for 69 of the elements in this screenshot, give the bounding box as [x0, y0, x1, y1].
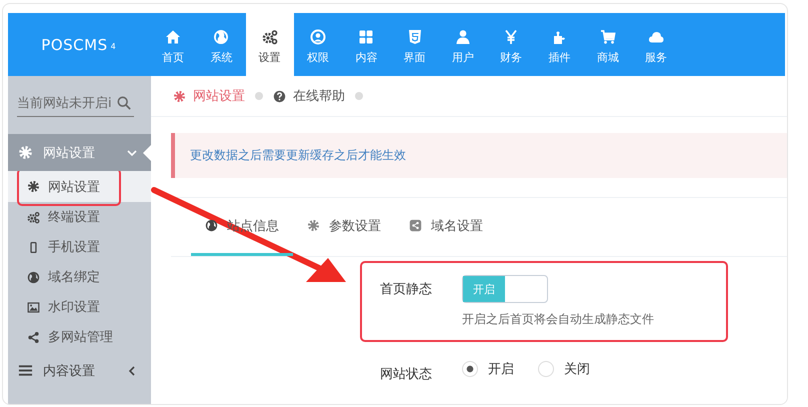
item-label: 网站设置 [48, 178, 100, 196]
radio-button[interactable] [462, 361, 478, 377]
breadcrumb-link[interactable]: 网站设置 [173, 87, 245, 105]
chevron-down-icon [127, 148, 137, 158]
radio-label: 开启 [488, 361, 514, 378]
chevron-left-icon [127, 366, 137, 376]
sidebar-item[interactable]: 域名绑定 [8, 262, 151, 292]
image-icon [27, 300, 40, 314]
grid-icon [358, 28, 374, 44]
tab[interactable]: 参数设置 [293, 198, 395, 256]
tab[interactable]: 域名设置 [395, 198, 497, 256]
search-icon [117, 96, 131, 110]
item-label: 水印设置 [48, 299, 100, 316]
sidebar-group-header[interactable]: 内容设置 [8, 352, 151, 389]
breadcrumb-link[interactable]: 在线帮助 [273, 87, 345, 105]
version-label: 4 [110, 42, 116, 51]
user-icon [454, 28, 471, 44]
menu-icon [18, 363, 33, 378]
home-icon [165, 28, 182, 44]
globe-icon [205, 219, 218, 232]
nav-item[interactable]: 界面 [390, 13, 439, 76]
globe-icon [27, 270, 40, 284]
logo-text: POSCMS [41, 36, 108, 54]
shield-icon [406, 28, 423, 44]
nav-item[interactable]: 内容 [342, 13, 390, 76]
sidebar-item[interactable]: 水印设置 [8, 292, 151, 322]
field-label: 网站状态 [380, 366, 433, 383]
nav-item[interactable]: 插件 [535, 13, 584, 76]
globe-icon [213, 28, 230, 44]
separator-dot-icon [355, 92, 363, 100]
gear-icon [27, 180, 40, 193]
share-icon [409, 219, 422, 232]
nav-item[interactable]: 系统 [197, 13, 246, 76]
yen-icon [503, 28, 520, 44]
nav-item[interactable]: 财务 [487, 13, 536, 76]
item-label: 终端设置 [48, 209, 100, 226]
sidebar-item[interactable]: 终端设置 [8, 202, 151, 232]
item-label: 多网站管理 [48, 329, 113, 346]
gears-icon [262, 28, 278, 44]
radio-label: 关闭 [564, 361, 590, 378]
item-label: 域名绑定 [48, 269, 100, 286]
help-icon [273, 90, 286, 102]
sidebar-item[interactable]: 多网站管理 [8, 322, 151, 352]
gear-icon [173, 90, 186, 102]
item-label: 手机设置 [48, 239, 100, 256]
puzzle-icon [552, 28, 568, 44]
gear-icon [307, 219, 320, 232]
user-circle-icon [310, 28, 326, 44]
toggle-switch[interactable]: 开启 [462, 275, 548, 303]
nav-item[interactable]: 服务 [632, 13, 680, 76]
radio-button[interactable] [538, 361, 554, 377]
nav-item[interactable]: 用户 [438, 13, 488, 76]
sidebar-group-header[interactable]: 网站设置 [8, 134, 151, 171]
nav-item[interactable]: 权限 [294, 13, 342, 76]
separator-dot-icon [255, 92, 263, 100]
share-icon [27, 330, 40, 344]
nav-item[interactable]: 商城 [584, 13, 632, 76]
search-field[interactable]: 当前网站未开启i [17, 90, 134, 117]
alert-banner: 更改数据之后需要更新缓存之后才能生效 [171, 133, 787, 178]
hint-text: 开启之后首页将会自动生成静态文件 [462, 311, 654, 328]
group-label: 网站设置 [43, 144, 96, 162]
sidebar-item[interactable]: 手机设置 [8, 232, 151, 262]
nav-item[interactable]: 设置 [246, 13, 294, 76]
gear-icon [18, 145, 33, 160]
group-label: 内容设置 [43, 362, 96, 380]
cart-icon [600, 28, 616, 44]
nav-item[interactable]: 首页 [149, 13, 198, 76]
field-label: 首页静态 [380, 281, 433, 299]
gears-icon [27, 210, 40, 224]
